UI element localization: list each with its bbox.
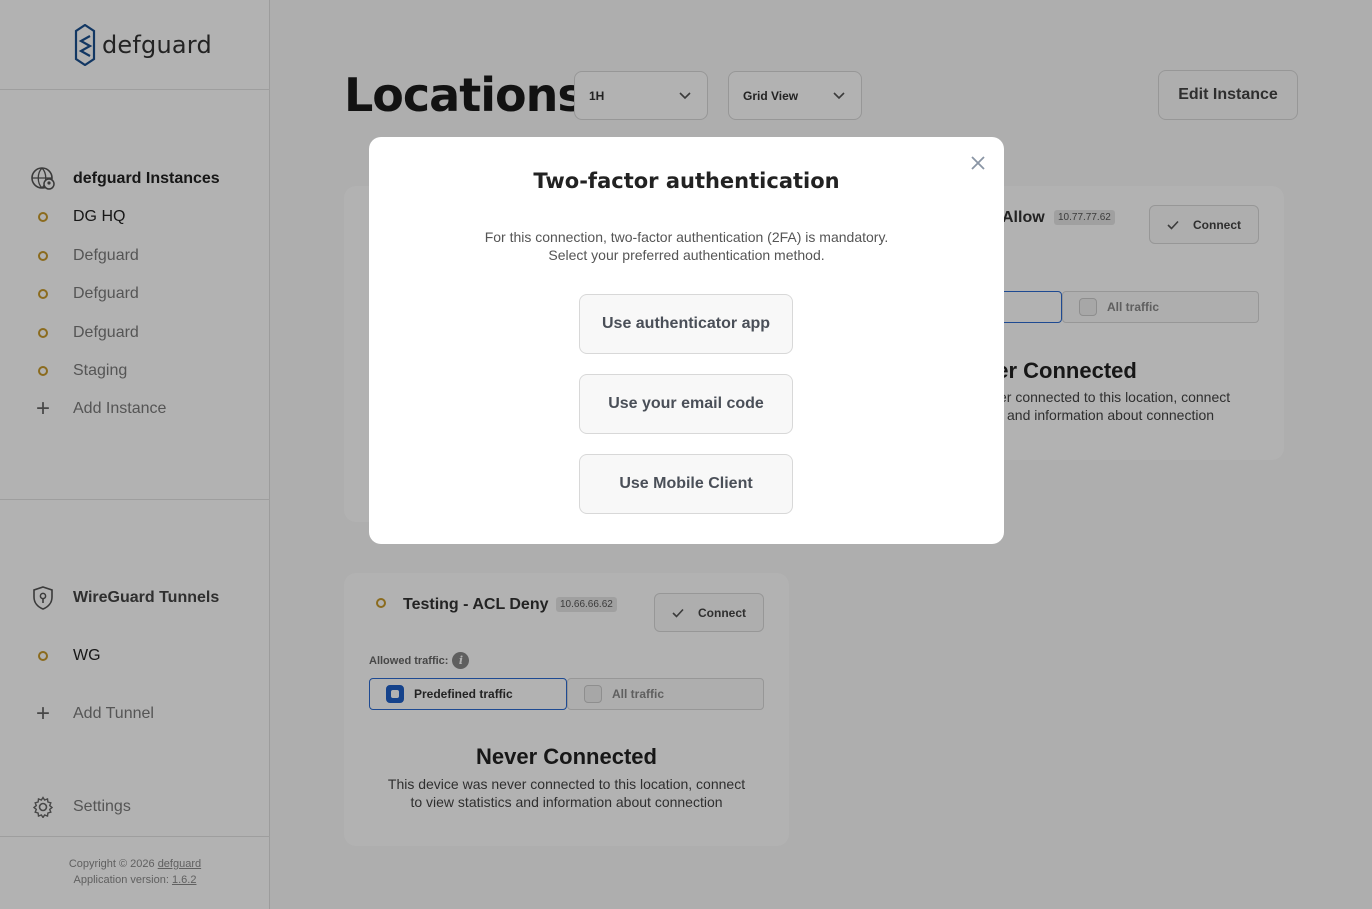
modal-desc-line: For this connection, two-factor authenti… <box>484 229 889 245</box>
use-authenticator-app-button[interactable]: Use authenticator app <box>579 294 793 354</box>
two-factor-modal: Two-factor authentication For this conne… <box>369 137 1004 544</box>
use-email-code-button[interactable]: Use your email code <box>579 374 793 434</box>
modal-description: For this connection, two-factor authenti… <box>369 228 1004 264</box>
modal-title: Two-factor authentication <box>533 169 840 193</box>
modal-desc-line: Select your preferred authentication met… <box>548 247 825 263</box>
use-mobile-client-button[interactable]: Use Mobile Client <box>579 454 793 514</box>
